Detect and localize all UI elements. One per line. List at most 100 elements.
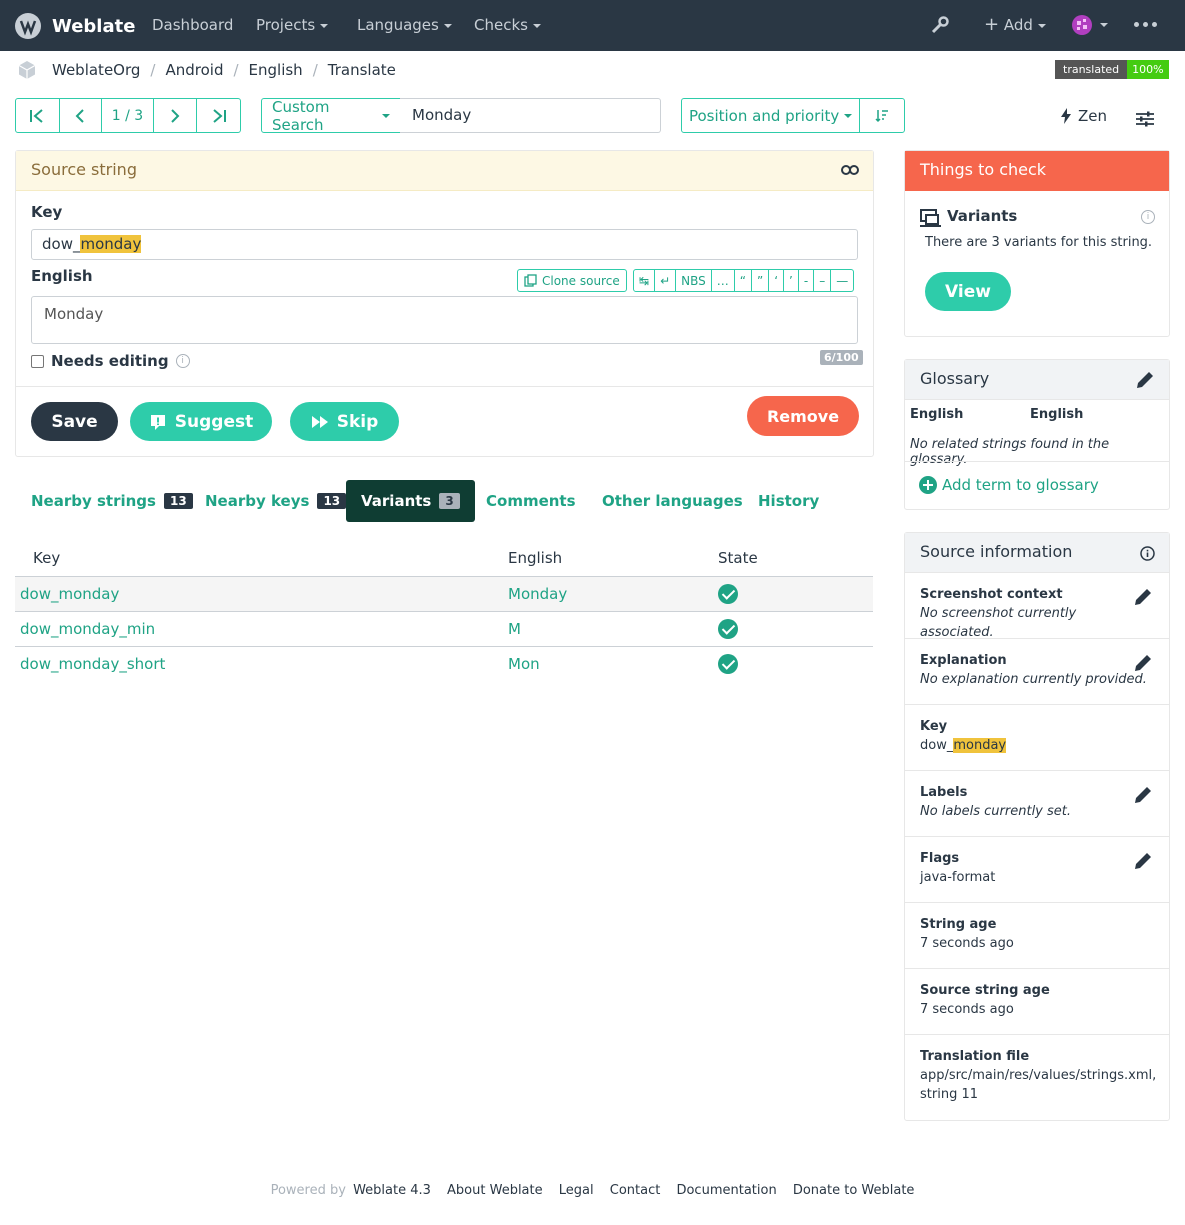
- footer-donate-link[interactable]: Donate to Weblate: [793, 1183, 915, 1198]
- variants-icon: [920, 209, 941, 227]
- table-row[interactable]: dow_monday_short Mon: [15, 646, 873, 681]
- footer-contact-link[interactable]: Contact: [610, 1183, 661, 1198]
- variant-key-link[interactable]: dow_monday_short: [15, 646, 490, 681]
- add-term-link[interactable]: Add term to glossary: [918, 475, 1099, 495]
- wrench-icon[interactable]: [930, 15, 950, 35]
- column-header-key: Key: [15, 541, 490, 577]
- save-button[interactable]: Save: [31, 402, 118, 441]
- navbar: Weblate Dashboard Projects Languages Che…: [0, 0, 1185, 51]
- next-button[interactable]: [154, 99, 198, 132]
- breadcrumb-language[interactable]: English: [249, 61, 303, 79]
- char-hyphen-button[interactable]: -: [798, 269, 815, 292]
- avatar: [1072, 15, 1092, 35]
- search-mode-text: Custom Search: [272, 97, 330, 134]
- pencil-icon[interactable]: [1133, 653, 1153, 673]
- zen-button[interactable]: Zen: [1060, 107, 1107, 125]
- char-endash-button[interactable]: –: [814, 269, 832, 292]
- nav-languages[interactable]: Languages: [357, 16, 452, 34]
- variants-table: Key English State dow_monday Monday dow_…: [15, 541, 873, 681]
- tab-label: Other languages: [602, 492, 743, 510]
- pencil-icon[interactable]: [1135, 370, 1155, 390]
- variant-key-link[interactable]: dow_monday_min: [15, 611, 490, 647]
- sort-direction-button[interactable]: [860, 99, 904, 132]
- info-value: 7 seconds ago: [920, 936, 1014, 951]
- pencil-icon[interactable]: [1133, 851, 1153, 871]
- needs-editing-checkbox[interactable]: [31, 354, 44, 368]
- suggest-button[interactable]: Suggest: [130, 402, 272, 441]
- char-rdquo-button[interactable]: ”: [751, 269, 770, 292]
- char-ellipsis-button[interactable]: …: [711, 269, 735, 292]
- footer-legal-link[interactable]: Legal: [559, 1183, 594, 1198]
- nav-dashboard[interactable]: Dashboard: [152, 16, 233, 34]
- variant-key-link[interactable]: dow_monday: [15, 576, 490, 612]
- last-button[interactable]: [197, 99, 240, 132]
- pencil-icon[interactable]: [1133, 785, 1153, 805]
- previous-button[interactable]: [60, 99, 103, 132]
- tab-other-languages[interactable]: Other languages: [602, 480, 743, 522]
- char-emdash-button[interactable]: —: [831, 269, 855, 292]
- tab-nearby-keys[interactable]: Nearby keys 13: [205, 480, 347, 522]
- search-input[interactable]: Monday: [400, 98, 661, 133]
- source-text-area[interactable]: Monday: [31, 296, 858, 344]
- footer-version-link[interactable]: Weblate 4.3: [353, 1183, 431, 1198]
- project-cube-icon: [18, 61, 36, 79]
- tab-label: Variants: [361, 492, 432, 510]
- translation-status-badge[interactable]: translated 100%: [1055, 60, 1169, 79]
- tab-nearby-strings[interactable]: Nearby strings 13: [31, 480, 193, 522]
- tab-variants[interactable]: Variants 3: [346, 480, 475, 522]
- add-menu[interactable]: + Add: [984, 16, 1046, 34]
- char-newline-button[interactable]: ↵: [655, 269, 677, 292]
- nav-projects[interactable]: Projects: [256, 16, 329, 34]
- breadcrumb-project[interactable]: Android: [165, 61, 223, 79]
- breadcrumb-org[interactable]: WeblateOrg: [52, 61, 140, 79]
- info-icon[interactable]: [1140, 546, 1155, 561]
- nav-checks[interactable]: Checks: [474, 16, 541, 34]
- breadcrumb-separator: /: [312, 61, 318, 79]
- panel-title: Source string: [31, 160, 137, 179]
- settings-sliders-icon[interactable]: [1136, 111, 1154, 127]
- search-mode-dropdown[interactable]: Custom Search: [261, 97, 401, 134]
- add-term-label: Add term to glossary: [942, 476, 1099, 494]
- user-menu[interactable]: [1071, 14, 1108, 36]
- char-rsquo-button[interactable]: ’: [784, 269, 799, 292]
- caret-down-icon: [443, 23, 452, 28]
- copy-icon: [524, 274, 537, 287]
- info-title: Key: [920, 719, 948, 734]
- char-ldquo-button[interactable]: “: [734, 269, 752, 292]
- key-prefix: dow_: [42, 235, 81, 253]
- char-lsquo-button[interactable]: ‘: [769, 269, 785, 292]
- info-icon[interactable]: i: [175, 354, 190, 368]
- info-explanation: Explanation No explanation currently pro…: [905, 638, 1169, 705]
- navigation-buttons: 1 / 3: [15, 98, 241, 133]
- link-icon[interactable]: [841, 164, 859, 176]
- breadcrumb-current: Translate: [327, 61, 396, 79]
- badge-value: 100%: [1127, 60, 1169, 79]
- char-nbsp-button[interactable]: NBS: [676, 269, 712, 292]
- chevron-right-icon: [171, 108, 180, 123]
- footer-about-link[interactable]: About Weblate: [447, 1183, 543, 1198]
- skip-button[interactable]: Skip: [290, 402, 399, 441]
- variant-english: M: [490, 611, 700, 647]
- footer: Powered by Weblate 4.3 About Weblate Leg…: [0, 1183, 1185, 1198]
- view-button[interactable]: View: [925, 272, 1011, 311]
- sort-label: Position and priority: [688, 106, 840, 125]
- info-key: Key dow_monday: [905, 704, 1169, 771]
- table-row[interactable]: dow_monday_min M: [15, 611, 873, 647]
- tab-comments[interactable]: Comments: [486, 480, 576, 522]
- more-menu-icon[interactable]: [1134, 22, 1157, 27]
- pencil-icon[interactable]: [1133, 587, 1153, 607]
- remove-button[interactable]: Remove: [747, 396, 859, 436]
- clone-source-button[interactable]: Clone source: [517, 269, 627, 292]
- info-icon[interactable]: i: [1141, 210, 1155, 224]
- glossary-target-column: English: [1030, 407, 1084, 422]
- char-tab-button[interactable]: ↹: [633, 269, 656, 292]
- table-row[interactable]: dow_monday Monday: [15, 576, 873, 612]
- variant-english: Mon: [508, 654, 540, 673]
- tab-label: Nearby keys: [205, 492, 310, 510]
- brand[interactable]: Weblate: [14, 12, 135, 40]
- first-button[interactable]: [16, 99, 60, 132]
- needs-editing-row: Needs editing i: [31, 352, 190, 370]
- tab-history[interactable]: History: [758, 480, 819, 522]
- footer-documentation-link[interactable]: Documentation: [676, 1183, 776, 1198]
- sort-dropdown[interactable]: Position and priority: [682, 99, 861, 132]
